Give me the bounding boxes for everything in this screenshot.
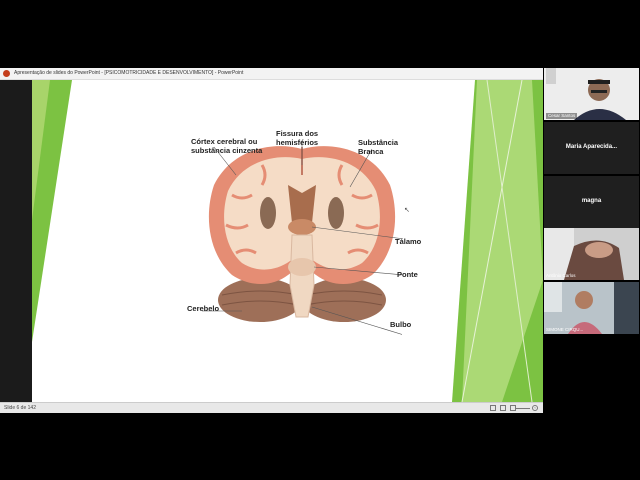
thalamus	[288, 219, 316, 235]
label-cortex-line2: substância cinzenta	[191, 146, 263, 155]
slide-counter: Slide 6 de 142	[4, 405, 36, 411]
label-substancia-line1: Substância	[358, 138, 399, 147]
label-talamo: Tálamo	[395, 237, 422, 246]
label-bulbo: Bulbo	[390, 320, 412, 329]
participant-name-3: magna	[581, 198, 602, 204]
participant-gallery: Cesar Santos Maria Aparecida... magna An…	[543, 68, 640, 338]
participant-name-1: Cesar Santos	[546, 113, 578, 119]
label-fissura: Fissura dos hemisférios	[276, 129, 318, 147]
label-cerebelo: Cerebelo	[187, 304, 220, 313]
pons	[288, 258, 316, 276]
label-cortex: Córtex cerebral ou substância cinzenta	[191, 137, 262, 155]
cerebellum-left	[218, 278, 302, 322]
label-ponte: Ponte	[397, 270, 418, 279]
brain-coronal-section	[202, 141, 402, 335]
label-fissura-line2: hemisférios	[276, 138, 319, 147]
participant-tile-5[interactable]: SIMONE CIRQU...	[544, 282, 639, 334]
normal-view-icon[interactable]	[490, 405, 496, 411]
cerebellum-right	[302, 278, 386, 322]
label-cortex-line1: Córtex cerebral ou	[191, 137, 258, 146]
participant-tile-4[interactable]: Antônio Carlos	[544, 228, 639, 280]
putamen-right	[328, 197, 344, 229]
putamen-left	[260, 197, 276, 229]
participant-tile-3[interactable]: magna	[544, 176, 639, 228]
label-fissura-line1: Fissura dos	[276, 129, 319, 138]
left-margin	[0, 80, 32, 402]
slide-canvas: Córtex cerebral ou substância cinzenta F…	[32, 80, 543, 402]
participant-tile-1[interactable]: Cesar Santos	[544, 68, 639, 120]
previous-slide-icon[interactable]: ‹	[532, 405, 538, 411]
label-substancia-branca: Substância Branca	[358, 138, 398, 156]
zoom-slider[interactable]	[516, 408, 530, 409]
participant-name-5: SIMONE CIRQU...	[546, 327, 584, 332]
slide-sorter-icon[interactable]	[500, 405, 506, 411]
participant-name-4: Antônio Carlos	[546, 273, 576, 278]
window-title: Apresentação de slides do PowerPoint - […	[14, 70, 244, 76]
powerpoint-icon	[3, 70, 10, 77]
title-bar: Apresentação de slides do PowerPoint - […	[0, 68, 543, 80]
label-substancia-line2: Branca	[358, 147, 384, 156]
participant-tile-2[interactable]: Maria Aparecida...	[544, 122, 639, 174]
participant-name-2: Maria Aparecida...	[565, 144, 618, 150]
status-bar: Slide 6 de 142 ‹	[0, 402, 543, 413]
mouse-cursor-icon: ↖	[404, 207, 410, 214]
powerpoint-window: Apresentação de slides do PowerPoint - […	[0, 68, 543, 413]
